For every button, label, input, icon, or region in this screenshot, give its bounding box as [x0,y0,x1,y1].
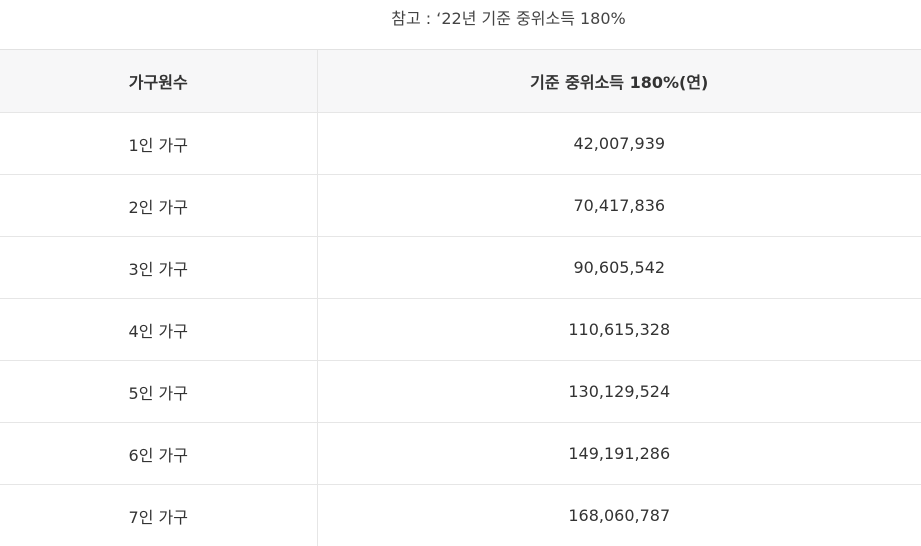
income-cell: 168,060,787 [317,485,921,546]
income-table-section: 참고 : ‘22년 기준 중위소득 180% 가구원수 기준 중위소득 180%… [0,0,921,542]
median-income-table: 가구원수 기준 중위소득 180%(연) 1인 가구 42,007,939 2인… [0,50,921,546]
table-row: 3인 가구 90,605,542 [0,237,921,299]
income-cell: 110,615,328 [317,299,921,361]
reference-note: 참고 : ‘22년 기준 중위소득 180% [0,0,921,50]
household-size-cell: 5인 가구 [0,361,317,423]
table-row: 7인 가구 168,060,787 [0,485,921,546]
household-size-cell: 1인 가구 [0,113,317,175]
household-size-cell: 4인 가구 [0,299,317,361]
table-row: 5인 가구 130,129,524 [0,361,921,423]
header-median-income: 기준 중위소득 180%(연) [317,50,921,113]
household-size-cell: 3인 가구 [0,237,317,299]
header-household-size: 가구원수 [0,50,317,113]
income-cell: 90,605,542 [317,237,921,299]
table-row: 1인 가구 42,007,939 [0,113,921,175]
income-cell: 70,417,836 [317,175,921,237]
table-row: 4인 가구 110,615,328 [0,299,921,361]
income-cell: 149,191,286 [317,423,921,485]
income-cell: 42,007,939 [317,113,921,175]
household-size-cell: 7인 가구 [0,485,317,546]
household-size-cell: 6인 가구 [0,423,317,485]
household-size-cell: 2인 가구 [0,175,317,237]
table-row: 6인 가구 149,191,286 [0,423,921,485]
table-header-row: 가구원수 기준 중위소득 180%(연) [0,50,921,113]
table-row: 2인 가구 70,417,836 [0,175,921,237]
income-cell: 130,129,524 [317,361,921,423]
